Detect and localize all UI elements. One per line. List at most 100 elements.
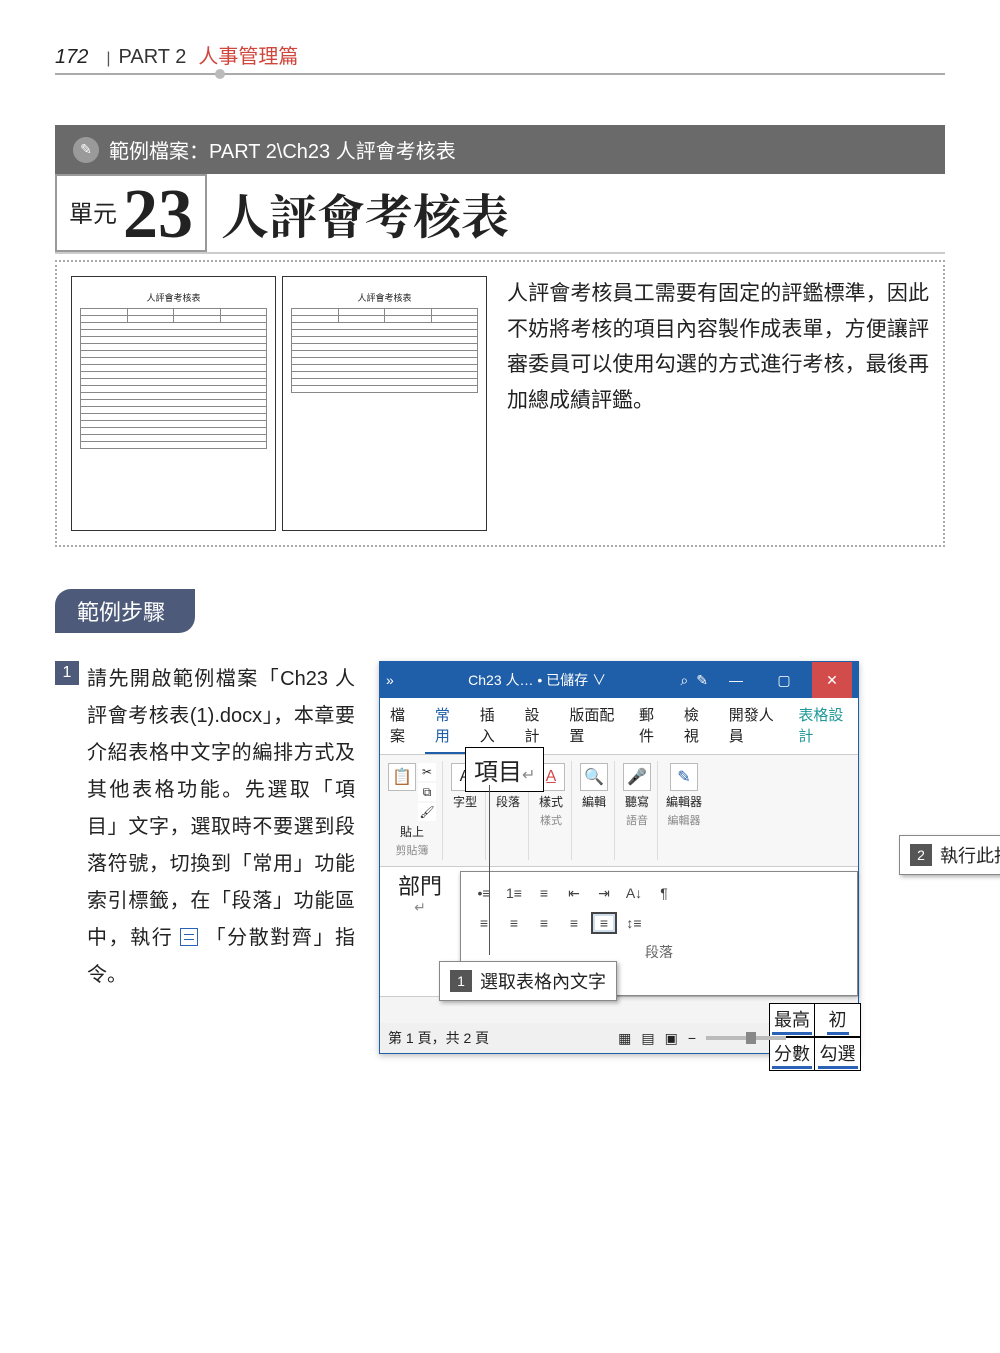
callout-1-leader	[489, 785, 490, 955]
sort-icon[interactable]: A↓	[621, 882, 647, 904]
thumbnail-table-2	[291, 308, 478, 393]
thumbnail-row: 人評會考核表	[71, 276, 491, 531]
search-icon[interactable]: ⌕	[680, 672, 688, 689]
chapter-title: 人事管理篇	[198, 40, 298, 69]
table-header-cells: 最高 初	[769, 1003, 861, 1037]
unit-label: 單元	[69, 203, 117, 227]
zoom-out-icon[interactable]: −	[688, 1030, 696, 1046]
selected-cell-item: 項目↵	[465, 747, 544, 792]
callout-1-text: 選取表格內文字	[480, 968, 606, 994]
thumbnail-caption-1: 人評會考核表	[80, 291, 267, 304]
tab-table-design[interactable]: 表格設計	[788, 698, 858, 754]
justify-icon[interactable]: ≡	[561, 912, 587, 934]
callout-1: 1 選取表格內文字	[439, 961, 617, 1001]
tab-design[interactable]: 設計	[515, 698, 560, 754]
paragraph-row-2: ≡ ≡ ≡ ≡ ≡ ↕≡	[461, 908, 857, 938]
cell-score: 分數	[769, 1037, 815, 1071]
group-dictate: 🎤 聽寫 語音	[619, 761, 658, 860]
group-clipboard: 📋 ✂ ⧉ 🖌 貼上 剪貼簿	[384, 761, 443, 860]
selected-cell-text: 項目	[474, 759, 522, 786]
unit-title-row: 單元 23 人評會考核表	[55, 174, 945, 254]
editor-icon[interactable]: ✎	[670, 763, 698, 791]
step-text-block: 1 請先開啟範例檔案「Ch23 人評會考核表(1).docx」，本章要介紹表格中…	[55, 661, 355, 994]
thumbnail-caption-2: 人評會考核表	[291, 291, 478, 304]
example-file-label: 範例檔案：PART 2\Ch23 人評會考核表	[109, 135, 456, 164]
increase-indent-icon[interactable]: ⇥	[591, 882, 617, 904]
paragraph-popup-label: 段落	[461, 942, 857, 962]
page-header: 172 | PART 2 人事管理篇	[55, 40, 945, 75]
paste-label: 貼上	[400, 823, 424, 840]
unit-box: 單元 23	[55, 174, 207, 252]
view-read-icon[interactable]: ▦	[618, 1030, 631, 1047]
return-icon-2: ↵	[522, 767, 535, 784]
word-screenshot: » Ch23 人… • 已儲存 ∨ ⌕ ✎ — ▢ ✕ 檔案 常用 插入 設計 …	[379, 661, 945, 1054]
thumbnail-table-1	[80, 308, 267, 449]
multilevel-icon[interactable]: ≡	[531, 882, 557, 904]
step-row: 1 請先開啟範例檔案「Ch23 人評會考核表(1).docx」，本章要介紹表格中…	[55, 661, 945, 1054]
paste-icon[interactable]: 📋	[388, 763, 416, 791]
page-number: 172	[55, 46, 88, 69]
bullets-icon[interactable]: •≡	[471, 882, 497, 904]
callout-2-num: 2	[910, 844, 932, 866]
view-web-icon[interactable]: ▣	[665, 1030, 678, 1047]
copy-icon[interactable]: ⧉	[418, 783, 436, 801]
group-editor: ✎ 編輯器 編輯器	[662, 761, 708, 860]
doc-dept-text: 部門	[388, 875, 452, 899]
callout-2-text: 執行此指令	[940, 842, 1000, 868]
dictate-icon[interactable]: 🎤	[623, 763, 651, 791]
unit-number: 23	[123, 180, 193, 250]
preview-area: 人評會考核表	[55, 260, 945, 547]
dictate-label: 聽寫	[625, 793, 649, 810]
cell-check: 勾選	[815, 1037, 861, 1071]
table-header-cells-2: 分數 勾選	[769, 1037, 861, 1071]
thumbnail-page-2: 人評會考核表	[282, 276, 487, 531]
paragraph-label: 段落	[496, 793, 520, 810]
return-icon: ↵	[388, 899, 452, 916]
tab-insert[interactable]: 插入	[470, 698, 515, 754]
cut-icon[interactable]: ✂	[418, 763, 436, 781]
close-button[interactable]: ✕	[812, 662, 852, 698]
align-right-icon[interactable]: ≡	[531, 912, 557, 934]
maximize-button[interactable]: ▢	[764, 672, 804, 689]
callout-1-num: 1	[450, 970, 472, 992]
paragraph-row-1: •≡ 1≡ ≡ ⇤ ⇥ A↓ ¶	[461, 878, 857, 908]
font-label: 字型	[453, 793, 477, 810]
header-dot-icon	[215, 69, 225, 79]
align-center-icon[interactable]: ≡	[501, 912, 527, 934]
step-body-a: 請先開啟範例檔案「Ch23 人評會考核表(1).docx」，本章要介紹表格中文字…	[87, 668, 355, 949]
ribbon: 📋 ✂ ⧉ 🖌 貼上 剪貼簿 A 字型 ≡ 段	[380, 755, 858, 867]
minimize-button[interactable]: —	[716, 672, 756, 688]
showmarks-icon[interactable]: ¶	[651, 882, 677, 904]
justify-distributed-icon	[180, 928, 198, 946]
window-title: Ch23 人… • 已儲存 ∨	[402, 670, 673, 690]
pen-icon[interactable]: ✎	[696, 672, 708, 689]
more-icon[interactable]: »	[386, 672, 394, 688]
align-left-icon[interactable]: ≡	[471, 912, 497, 934]
group-editing: 🔍 編輯	[576, 761, 615, 860]
format-painter-icon[interactable]: 🖌	[418, 803, 436, 821]
step-body-text: 請先開啟範例檔案「Ch23 人評會考核表(1).docx」，本章要介紹表格中文字…	[87, 661, 355, 994]
line-spacing-icon[interactable]: ↕≡	[621, 912, 647, 934]
clipboard-label: 剪貼簿	[396, 842, 429, 858]
numbering-icon[interactable]: 1≡	[501, 882, 527, 904]
view-print-icon[interactable]: ▤	[641, 1030, 654, 1047]
tab-file[interactable]: 檔案	[380, 698, 425, 754]
file-icon: ✎	[73, 137, 99, 163]
title-bar: » Ch23 人… • 已儲存 ∨ ⌕ ✎ — ▢ ✕	[380, 662, 858, 698]
tab-review[interactable]: 檢視	[674, 698, 719, 754]
step-number-badge: 1	[55, 661, 79, 685]
ribbon-tabs: 檔案 常用 插入 設計 版面配置 郵件 檢視 開發人員 表格設計	[380, 698, 858, 755]
zoom-slider[interactable]	[706, 1036, 786, 1040]
cell-maxscore-top: 最高	[769, 1003, 815, 1037]
decrease-indent-icon[interactable]: ⇤	[561, 882, 587, 904]
styles-label: 樣式	[539, 793, 563, 810]
tab-layout[interactable]: 版面配置	[559, 698, 629, 754]
header-divider: |	[106, 50, 110, 68]
distributed-align-icon[interactable]: ≡	[591, 912, 617, 934]
styles-group-label: 樣式	[540, 812, 562, 828]
tab-mail[interactable]: 郵件	[629, 698, 674, 754]
voice-label: 語音	[626, 812, 648, 828]
tab-developer[interactable]: 開發人員	[719, 698, 789, 754]
editing-icon[interactable]: 🔍	[580, 763, 608, 791]
tab-home[interactable]: 常用	[425, 698, 470, 754]
